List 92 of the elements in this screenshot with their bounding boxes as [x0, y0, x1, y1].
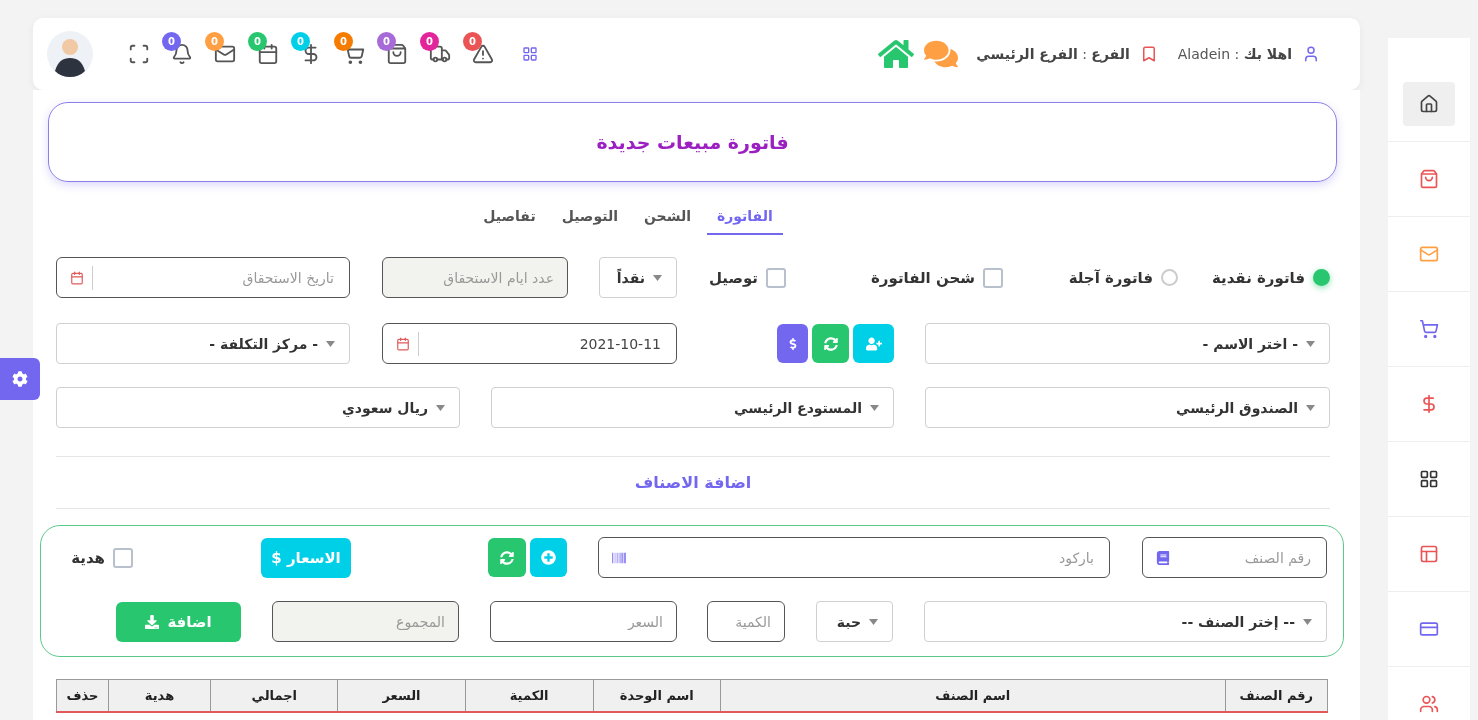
section-title: اضافة الاصناف: [633, 472, 753, 494]
item-number-input[interactable]: رقم الصنف: [1170, 548, 1313, 567]
item-number-field[interactable]: رقم الصنف: [1142, 537, 1327, 578]
book-icon: [1156, 550, 1170, 565]
warning-icon[interactable]: [471, 43, 494, 65]
refresh-icon: [823, 336, 838, 351]
calendar-icon: [396, 336, 410, 351]
column-header: اجمالي: [210, 679, 338, 712]
column-header: هدية: [108, 679, 211, 712]
grid-icon: [1419, 469, 1439, 489]
truck-icon[interactable]: [428, 43, 451, 65]
layout-icon: [1419, 544, 1439, 564]
select-field[interactable]: ريال سعودي: [56, 387, 460, 428]
mail-icon: [1419, 244, 1439, 264]
caret-icon: [1303, 618, 1312, 625]
column-header: اسم الوحدة: [593, 679, 721, 712]
download-icon: [145, 614, 160, 629]
add-button[interactable]: [530, 538, 567, 577]
column-header: اسم الصنف: [720, 679, 1226, 712]
fullscreen-icon[interactable]: [127, 43, 150, 65]
users-icon: [1419, 694, 1439, 714]
caret-icon: [436, 404, 445, 411]
dollar-button[interactable]: [777, 324, 808, 363]
date-input[interactable]: تاريخ الاستحقاق: [101, 268, 336, 287]
quantity-field[interactable]: الكمية: [707, 601, 785, 642]
calendar-icon: [70, 270, 84, 285]
settings-icon: [12, 371, 28, 387]
bell-icon[interactable]: [170, 43, 193, 65]
refresh-button[interactable]: [488, 538, 526, 577]
tab[interactable]: الفاتورة: [706, 202, 783, 235]
caret-icon: [1306, 404, 1315, 411]
user-plus-icon: [865, 335, 882, 352]
branch-text: الفرع : الفرع الرئيسي: [976, 46, 1130, 62]
barcode-field[interactable]: باركود: [598, 537, 1110, 578]
barcode-icon: [612, 550, 626, 565]
caret-icon: [326, 340, 335, 347]
refresh-button[interactable]: [812, 324, 849, 363]
date-field[interactable]: تاريخ الاستحقاق: [56, 257, 350, 298]
radio[interactable]: [1313, 269, 1330, 286]
grid-icon[interactable]: [521, 46, 538, 62]
home-icon: [1419, 94, 1439, 114]
cart-icon: [1419, 319, 1439, 339]
select-field[interactable]: حبة: [816, 601, 893, 642]
radio[interactable]: [1161, 269, 1178, 286]
caret-icon: [1306, 340, 1315, 347]
count-badge: 0: [420, 32, 439, 51]
column-header: السعر: [337, 679, 466, 712]
select-field[interactable]: - مركز التكلفة -: [56, 323, 350, 364]
select-field[interactable]: -- إختر الصنف --: [924, 601, 1327, 642]
count-badge: 0: [248, 32, 267, 51]
user-icon: [1302, 45, 1320, 63]
select-field[interactable]: نقداً: [599, 257, 677, 298]
card-icon: [1419, 619, 1439, 639]
checkbox-option[interactable]: هدية: [71, 547, 133, 568]
count-badge: 0: [205, 32, 224, 51]
add-customer-button[interactable]: [853, 324, 894, 363]
settings-button[interactable]: [0, 358, 40, 400]
count-badge: 0: [377, 32, 396, 51]
select-field[interactable]: - اختر الاسم -: [925, 323, 1330, 364]
price-field[interactable]: السعر: [490, 601, 677, 642]
calendar-icon[interactable]: [256, 43, 279, 65]
checkbox[interactable]: [766, 267, 786, 288]
plus-icon: [541, 550, 556, 565]
checkbox[interactable]: [113, 547, 133, 568]
checkbox-option[interactable]: شحن الفاتورة: [871, 267, 1003, 288]
caret-icon: [869, 618, 878, 625]
caret-icon: [870, 404, 879, 411]
caret-icon: [653, 274, 662, 281]
checkbox[interactable]: [983, 267, 1003, 288]
select-field[interactable]: المستودع الرئيسي: [491, 387, 894, 428]
count-badge: 0: [291, 32, 310, 51]
column-header: رقم الصنف: [1225, 679, 1328, 712]
tab[interactable]: تفاصيل: [473, 202, 546, 235]
radio-option[interactable]: فاتورة نقدية: [1211, 268, 1330, 287]
tab[interactable]: الشحن: [633, 202, 701, 235]
mail-icon[interactable]: [213, 43, 236, 65]
avatar[interactable]: [47, 31, 93, 77]
barcode-input[interactable]: باركود: [626, 548, 1096, 567]
column-header: الكمية: [465, 679, 594, 712]
select-field[interactable]: الصندوق الرئيسي: [925, 387, 1330, 428]
count-badge: 0: [334, 32, 353, 51]
count-badge: 0: [162, 32, 181, 51]
bag-icon: [1419, 169, 1439, 189]
refresh-icon: [500, 550, 514, 565]
date-field[interactable]: 2021-10-11: [382, 323, 677, 364]
checkbox-option[interactable]: توصيل: [708, 267, 786, 288]
tab[interactable]: التوصيل: [551, 202, 628, 235]
radio-option[interactable]: فاتورة آجلة: [1068, 268, 1178, 287]
date-input[interactable]: 2021-10-11: [427, 334, 663, 353]
page-title: فاتورة مبيعات جديدة: [596, 131, 789, 153]
column-header: حذف: [56, 679, 109, 712]
count-badge: 0: [463, 32, 482, 51]
